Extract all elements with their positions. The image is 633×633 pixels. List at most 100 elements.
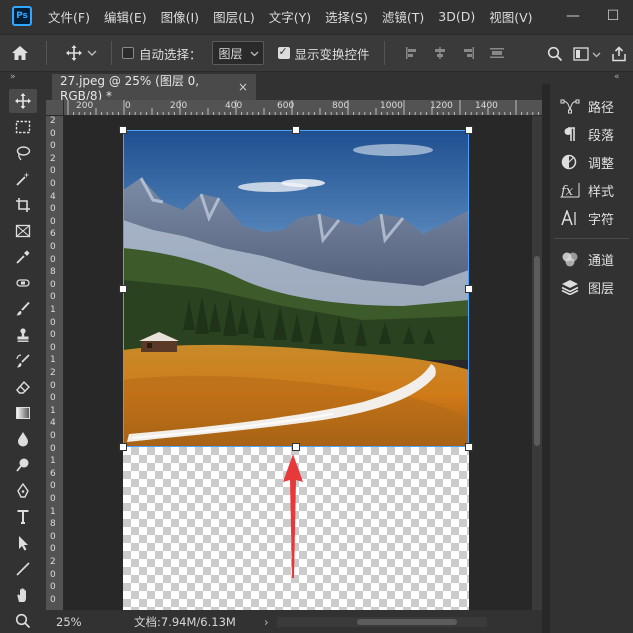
share-icon[interactable] (611, 46, 627, 62)
magic-wand-tool[interactable] (0, 166, 46, 192)
home-button[interactable] (0, 45, 40, 61)
menu-file[interactable]: 文件(F) (48, 7, 90, 26)
clone-stamp-tool[interactable] (0, 322, 46, 348)
search-icon[interactable] (547, 46, 563, 62)
brush-tool[interactable] (0, 296, 46, 322)
ruler-ticks (67, 100, 539, 115)
menu-filter[interactable]: 滤镜(T) (382, 7, 424, 26)
align-center-icon[interactable] (433, 46, 447, 60)
zoom-tool[interactable] (0, 608, 46, 633)
status-bar: 25% 文档:7.94M/6.13M › (46, 610, 542, 633)
layer-dropdown[interactable]: 图层 (211, 41, 264, 65)
transform-handle-bottom-right[interactable] (465, 443, 473, 451)
move-tool[interactable] (0, 88, 46, 114)
transform-handle-bottom-left[interactable] (119, 443, 127, 451)
ruler-label: 2 (50, 116, 56, 126)
line-icon (16, 562, 30, 576)
align-right-icon[interactable] (461, 46, 475, 60)
panel-expand-toggle[interactable]: « (614, 72, 620, 84)
vertical-scroll-thumb[interactable] (534, 256, 540, 446)
zoom-level[interactable]: 25% (46, 615, 98, 629)
panel-divider[interactable] (542, 84, 550, 633)
align-left-icon[interactable] (405, 46, 419, 60)
close-tab-button[interactable]: × (238, 80, 248, 94)
panel-channels-label: 通道 (588, 253, 615, 269)
show-transform-checkbox[interactable] (277, 45, 290, 59)
maximize-button[interactable]: ☐ (593, 8, 633, 24)
path-selection-tool[interactable] (0, 530, 46, 556)
options-bar: 自动选择： 图层 显示变换控件 (0, 34, 633, 72)
ruler-label: 1 (50, 355, 56, 366)
horizontal-scrollbar[interactable] (276, 616, 487, 627)
type-tool[interactable] (0, 504, 46, 530)
hand-tool[interactable] (0, 582, 46, 608)
panel-paragraph-label: 段落 (588, 128, 615, 144)
horizontal-scroll-thumb[interactable] (356, 618, 457, 625)
ruler-label: 0 (50, 582, 56, 593)
menu-select[interactable]: 选择(S) (325, 7, 368, 26)
history-brush-tool[interactable] (0, 348, 46, 374)
layer-dropdown-value: 图层 (218, 46, 243, 61)
menu-image[interactable]: 图像(I) (161, 7, 199, 26)
menu-edit[interactable]: 编辑(E) (104, 7, 147, 26)
ruler-label: 0 (125, 101, 131, 111)
ruler-label: 0 (50, 292, 56, 303)
panel-layers[interactable]: 图层 (550, 273, 633, 301)
horizontal-ruler[interactable]: 200 0 200 400 600 800 1000 1200 1400 (64, 100, 542, 116)
crop-icon (16, 198, 30, 212)
eraser-tool[interactable] (0, 374, 46, 400)
marquee-tool[interactable] (0, 114, 46, 140)
vertical-scrollbar[interactable] (532, 116, 542, 610)
distribute-icon[interactable] (489, 46, 505, 60)
ruler-origin[interactable] (46, 100, 64, 116)
panel-adjustments[interactable]: 调整 (550, 148, 633, 176)
move-icon (66, 45, 82, 61)
dodge-tool[interactable] (0, 452, 46, 478)
transform-handle-left[interactable] (119, 285, 127, 293)
panel-styles-label: 样式 (588, 184, 615, 200)
minimize-button[interactable]: — (553, 8, 593, 24)
document-size-info[interactable]: 文档:7.94M/6.13M (134, 614, 244, 630)
document-canvas[interactable] (119, 126, 473, 610)
lasso-tool[interactable] (0, 140, 46, 166)
canvas-area[interactable] (64, 116, 532, 610)
history-brush-icon (16, 354, 30, 368)
move-tool-preset[interactable] (65, 44, 97, 62)
gradient-tool[interactable] (0, 400, 46, 426)
chevron-down-icon (592, 52, 601, 57)
ruler-label: 2 (50, 557, 56, 567)
transform-bounding-box[interactable] (123, 130, 469, 447)
pen-tool[interactable] (0, 478, 46, 504)
auto-select-checkbox[interactable] (122, 47, 134, 59)
workspace-switcher[interactable] (573, 47, 601, 61)
transform-handle-bottom[interactable] (292, 443, 300, 451)
ruler-label: 0 (50, 594, 56, 605)
eyedropper-tool[interactable] (0, 244, 46, 270)
document-tab[interactable]: 27.jpeg @ 25% (图层 0, RGB/8) * × (52, 73, 256, 103)
panel-paths[interactable]: 路径 (550, 92, 633, 120)
panel-character[interactable]: 字符 (550, 204, 633, 232)
magic-wand-icon (16, 172, 30, 186)
blur-tool[interactable] (0, 426, 46, 452)
crop-tool[interactable] (0, 192, 46, 218)
panel-styles[interactable]: fx 样式 (550, 176, 633, 204)
status-menu-arrow[interactable]: › (264, 615, 269, 629)
options-bar-right (547, 35, 627, 73)
document-tab-title: 27.jpeg @ 25% (图层 0, RGB/8) * (60, 73, 200, 103)
menu-layer[interactable]: 图层(L) (213, 7, 255, 26)
line-tool[interactable] (0, 556, 46, 582)
healing-brush-tool[interactable] (0, 270, 46, 296)
frame-tool[interactable] (0, 218, 46, 244)
menu-3d[interactable]: 3D(D) (438, 9, 475, 24)
menu-type[interactable]: 文字(Y) (269, 7, 311, 26)
vertical-ruler[interactable]: 200200400600800100012001400160018002000 (46, 116, 64, 610)
toolbar-collapse-toggle[interactable]: » (10, 72, 16, 84)
ruler-label: 0 (50, 481, 56, 492)
transform-handle-right[interactable] (465, 285, 473, 293)
transform-handle-top-left[interactable] (119, 126, 127, 134)
transform-handle-top-right[interactable] (465, 126, 473, 134)
transform-handle-top[interactable] (292, 126, 300, 134)
panel-channels[interactable]: 通道 (550, 245, 633, 273)
menu-view[interactable]: 视图(V) (489, 7, 532, 26)
panel-paragraph[interactable]: 段落 (550, 120, 633, 148)
